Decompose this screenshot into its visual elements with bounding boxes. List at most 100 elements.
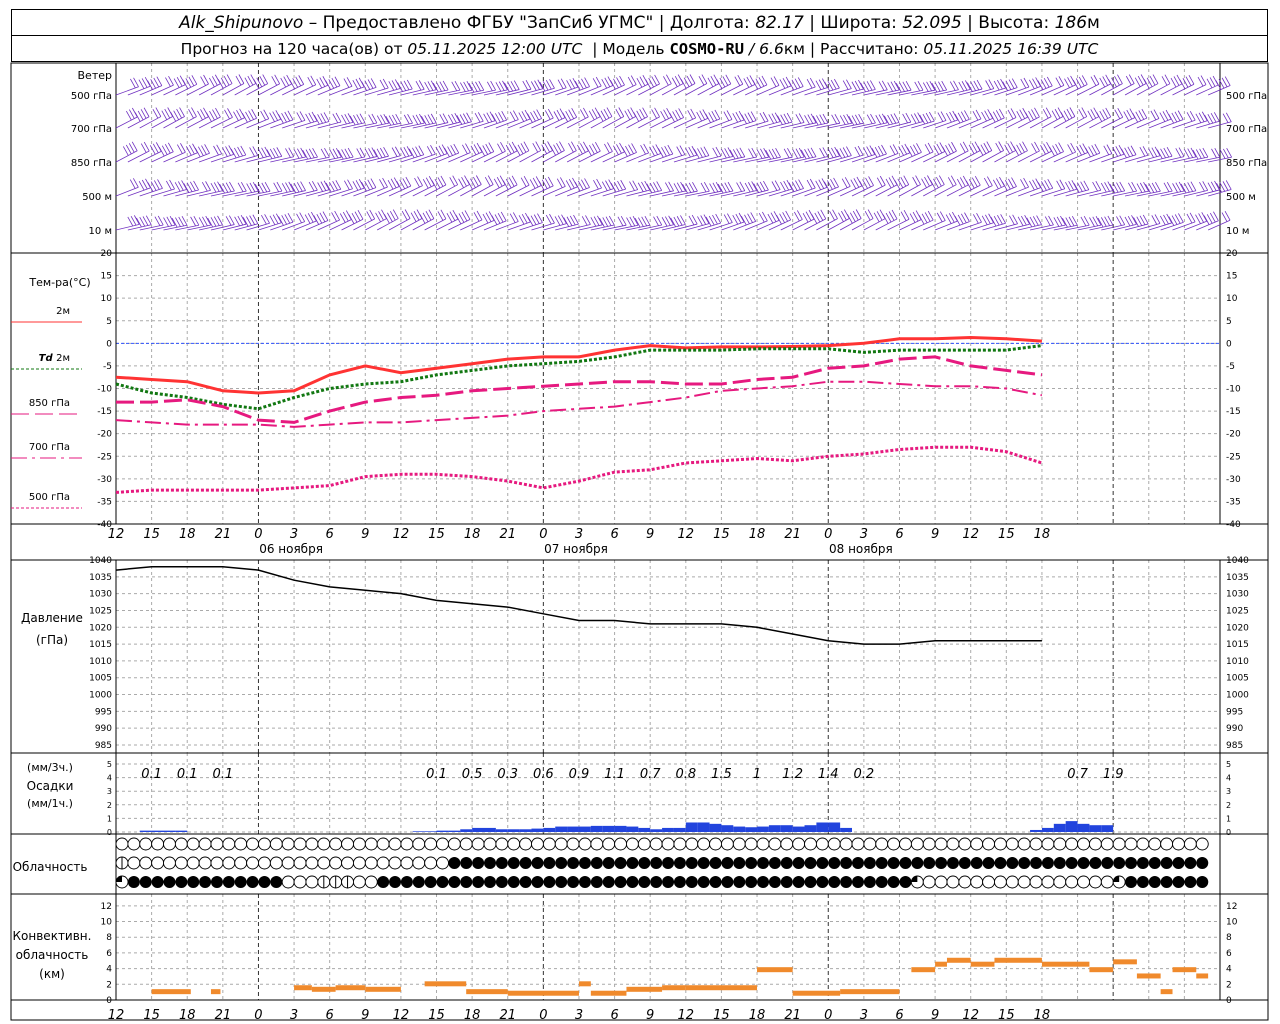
cloud-symbol	[495, 876, 508, 888]
cloud-full	[721, 876, 734, 888]
cloud-symbol	[186, 837, 200, 851]
hour-label-bottom: 12	[393, 1008, 410, 1023]
cloud-symbol	[472, 857, 485, 869]
hour-label-bottom: 6	[326, 1008, 334, 1023]
hour-label-bottom: 6	[610, 1008, 618, 1023]
panel-frames	[10, 62, 1269, 1021]
cloud-full	[531, 857, 544, 869]
pressure-tick-right: 1010	[1226, 657, 1249, 667]
convective-bars-layer	[151, 957, 1209, 996]
cloud-symbol	[163, 837, 176, 851]
cloud-symbol	[329, 856, 343, 870]
hour-label: 21	[499, 527, 516, 542]
cloud-full	[1125, 876, 1138, 888]
cloud-symbol	[199, 876, 212, 888]
hour-label: 3	[290, 527, 298, 542]
convective-bar	[1089, 967, 1114, 973]
cloud-full	[828, 876, 841, 888]
cloud-circle	[127, 856, 141, 870]
precip-3h-label: 0.8	[675, 767, 696, 782]
hour-label-bottom: 15	[143, 1008, 160, 1023]
cloud-symbol	[827, 837, 841, 851]
cloud-circle	[827, 837, 841, 851]
hour-label: 12	[108, 527, 125, 542]
cloud-symbol	[1101, 857, 1114, 869]
precip-tick-right: 2	[1226, 801, 1231, 810]
cloud-symbol	[863, 876, 876, 888]
cloud-symbol	[828, 857, 841, 869]
cloud-symbol	[293, 875, 307, 889]
precip-3h-label: 0.6	[533, 767, 554, 782]
conv-tick-right: 4	[1226, 965, 1232, 975]
cloud-symbol	[982, 857, 995, 869]
convective-bar	[507, 990, 579, 996]
cloud-full	[484, 876, 496, 888]
cloud-full	[875, 876, 888, 888]
cloud-symbol	[507, 837, 521, 851]
pressure-tick: 1015	[89, 640, 112, 650]
cloud-full	[210, 876, 223, 888]
cloud-symbol	[364, 875, 378, 889]
cloud-circle	[1065, 875, 1079, 889]
cloud-symbol	[1041, 857, 1054, 869]
cloud-symbol	[234, 856, 248, 870]
cloud-circle	[1077, 875, 1090, 889]
precip-bar	[1089, 825, 1102, 832]
cloud-symbol	[1148, 876, 1161, 888]
date-label: 07 ноября	[544, 542, 608, 556]
cloud-symbol	[460, 876, 473, 888]
pressure-tick: 990	[95, 724, 112, 734]
cloud-circle	[329, 837, 343, 851]
hour-label: 15	[143, 527, 160, 542]
cloud-full	[1041, 857, 1054, 869]
cloud-circle	[780, 837, 794, 851]
precip-bar	[519, 829, 532, 832]
cloud-symbol	[341, 837, 354, 851]
convective-bar	[662, 985, 686, 991]
cloud-circle	[1100, 837, 1114, 851]
convective-bar	[151, 989, 191, 995]
cloud-circle	[198, 837, 212, 851]
cloud-circle	[388, 837, 402, 851]
cloud-symbol	[614, 837, 628, 851]
cloud-full	[840, 857, 853, 869]
conv-tick-right: 2	[1226, 980, 1232, 990]
cloud-symbol	[412, 856, 426, 870]
cloud-circle	[459, 837, 473, 851]
cloud-full	[863, 876, 876, 888]
cloud-circle	[815, 837, 829, 851]
cloud-circle	[151, 837, 165, 851]
cloud-full	[673, 857, 686, 869]
cloud-symbol	[317, 875, 331, 889]
cloud-circle	[507, 837, 521, 851]
cloud-circle	[851, 837, 865, 851]
precip-bar	[412, 831, 425, 832]
convective-bar	[1136, 973, 1161, 979]
cloud-symbol	[602, 876, 615, 888]
convective-bar	[311, 986, 336, 992]
precip-bar	[578, 826, 591, 832]
precip-bar	[424, 831, 437, 832]
cloud-circle	[839, 837, 853, 851]
hour-label-bottom: 0	[254, 1008, 262, 1023]
temp-tick: 5	[106, 317, 112, 327]
precip-unit-3h: (мм/3ч.)	[27, 761, 73, 774]
cloud-symbol	[364, 837, 378, 851]
cloud-full	[1160, 876, 1173, 888]
cloud-circle	[293, 856, 307, 870]
precip-bar	[804, 825, 817, 832]
cloud-symbol	[602, 857, 615, 869]
cloud-symbol	[804, 837, 817, 851]
cloud-symbol	[792, 857, 805, 869]
cloud-symbol	[590, 837, 604, 851]
cloud-symbol	[1136, 837, 1150, 851]
precip-bar	[721, 825, 734, 832]
hour-label-bottom: 0	[824, 1008, 832, 1023]
hour-label: 18	[464, 527, 481, 542]
cloud-full	[139, 876, 152, 888]
cloud-symbol	[1100, 875, 1114, 889]
pressure-tick: 995	[95, 707, 112, 717]
hour-label: 9	[361, 527, 369, 542]
cloud-circle	[519, 837, 533, 851]
pressure-tick-right: 1025	[1226, 606, 1249, 616]
